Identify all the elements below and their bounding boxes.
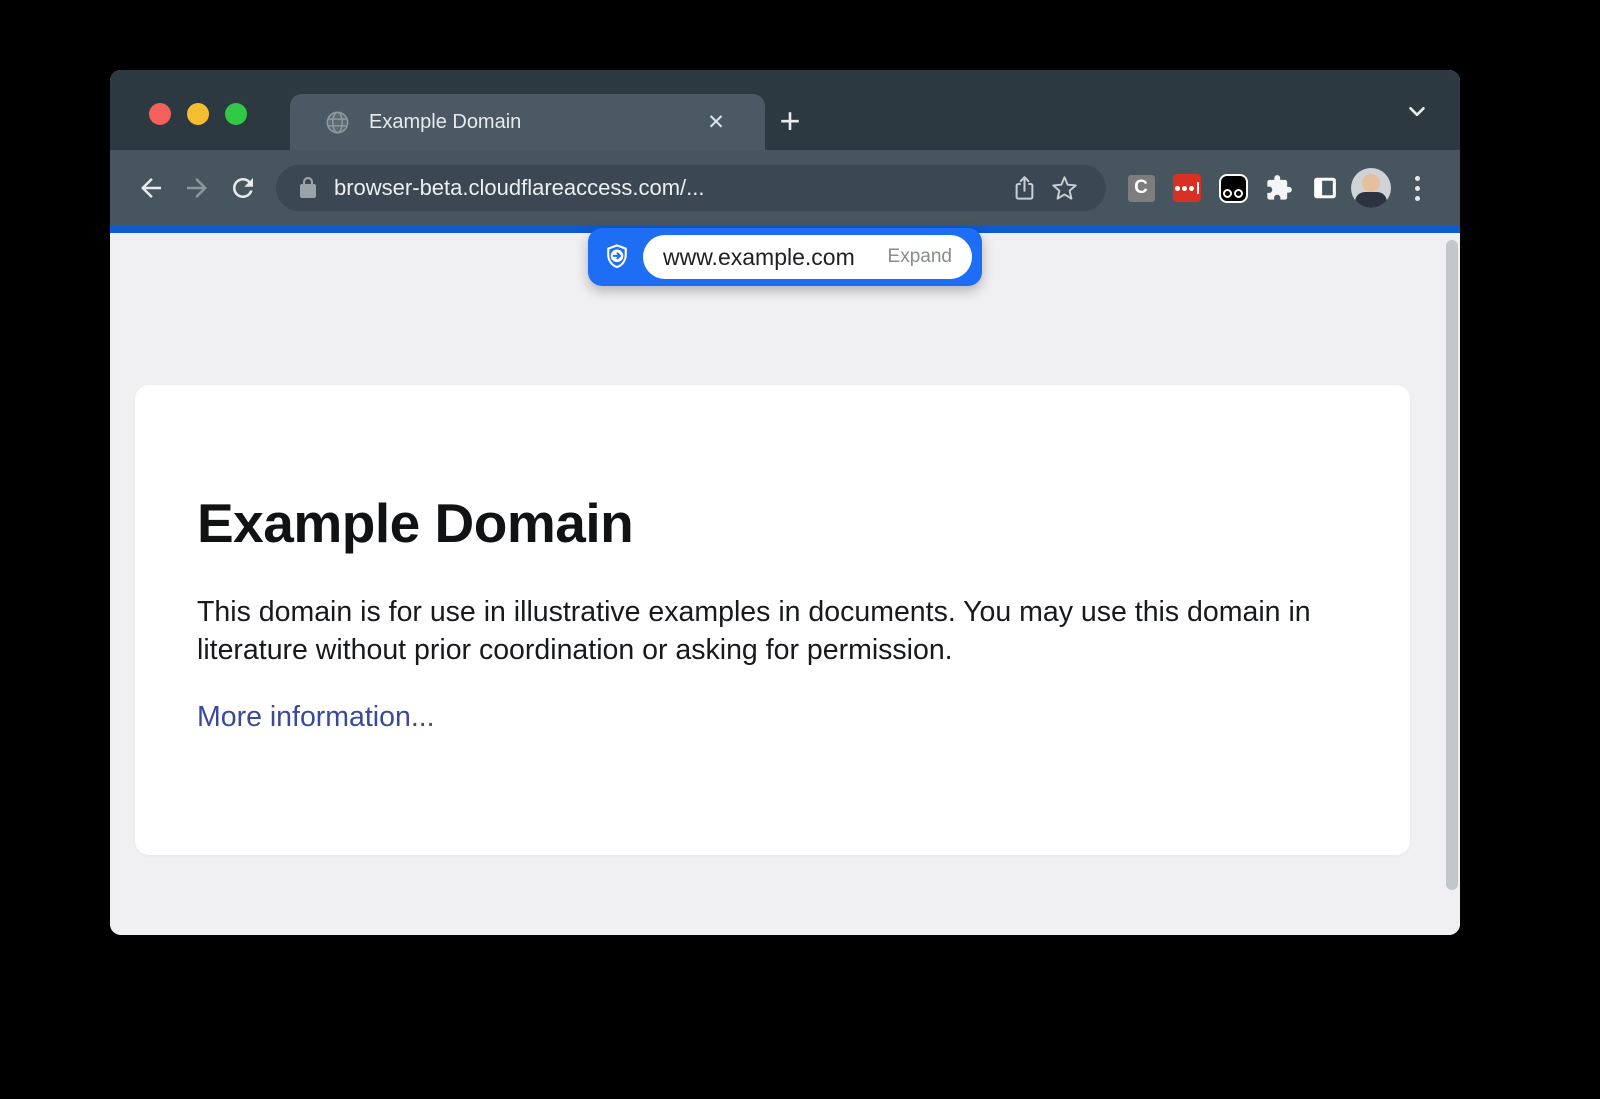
extension-c-icon[interactable]: C [1118, 165, 1164, 211]
tab-close-icon[interactable]: ✕ [701, 107, 731, 137]
back-button[interactable] [128, 165, 174, 211]
lock-icon [296, 176, 320, 200]
lastpass-extension-icon[interactable] [1164, 165, 1210, 211]
kebab-menu-icon[interactable] [1394, 165, 1440, 211]
side-panel-icon[interactable] [1302, 165, 1348, 211]
zoom-window-button[interactable] [225, 103, 247, 125]
remote-host-text: www.example.com [663, 244, 855, 271]
expand-label[interactable]: Expand [888, 246, 952, 268]
shield-arrow-icon [603, 243, 631, 271]
globe-favicon-icon [324, 109, 351, 136]
close-window-button[interactable] [149, 103, 171, 125]
browser-toolbar: browser-beta.cloudflareaccess.com/... C [110, 150, 1460, 226]
page-paragraph: This domain is for use in illustrative e… [197, 593, 1347, 669]
minimize-window-button[interactable] [187, 103, 209, 125]
page-viewport: www.example.com Expand Example Domain Th… [110, 233, 1460, 935]
page-title: Example Domain [197, 491, 1350, 555]
tab-title: Example Domain [369, 111, 689, 134]
bookmark-star-icon[interactable] [1044, 168, 1084, 208]
browser-window: Example Domain ✕ + browser-beta.cloudfla… [110, 70, 1460, 935]
vertical-scrollbar[interactable] [1446, 240, 1458, 890]
profile-avatar[interactable] [1348, 165, 1394, 211]
extensions-area: C [1118, 165, 1440, 211]
address-bar[interactable]: browser-beta.cloudflareaccess.com/... [276, 165, 1106, 211]
reload-button[interactable] [220, 165, 266, 211]
url-text: browser-beta.cloudflareaccess.com/... [334, 175, 705, 201]
tab-search-chevron-icon[interactable] [1404, 98, 1430, 124]
goggles-extension-icon[interactable] [1210, 165, 1256, 211]
content-card: Example Domain This domain is for use in… [135, 385, 1410, 855]
tab-strip: Example Domain ✕ + [110, 70, 1460, 150]
new-tab-button[interactable]: + [769, 100, 811, 142]
host-pill[interactable]: www.example.com Expand [643, 235, 972, 279]
remote-browser-host-pill[interactable]: www.example.com Expand [588, 228, 982, 286]
forward-button[interactable] [174, 165, 220, 211]
extensions-puzzle-icon[interactable] [1256, 165, 1302, 211]
share-icon[interactable] [1004, 168, 1044, 208]
traffic-lights [149, 103, 247, 125]
more-information-link[interactable]: More information... [197, 701, 435, 734]
tab-example-domain[interactable]: Example Domain ✕ [290, 94, 765, 150]
